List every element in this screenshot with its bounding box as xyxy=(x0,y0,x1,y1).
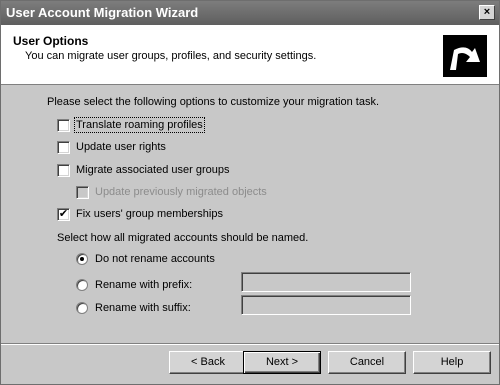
rename-suffix-radio[interactable] xyxy=(76,302,88,314)
window-title: User Account Migration Wizard xyxy=(6,5,199,20)
update-previously-migrated-checkbox xyxy=(76,185,89,199)
rename-prefix-radio[interactable] xyxy=(76,279,88,291)
close-icon: × xyxy=(483,6,491,18)
instructions-text: Please select the following options to c… xyxy=(47,96,379,108)
fix-group-memberships-checkbox[interactable]: ✔ xyxy=(57,207,70,221)
back-button[interactable]: < Back xyxy=(169,351,247,374)
option-update-previously-migrated: Update previously migrated objects xyxy=(76,184,267,200)
next-button[interactable]: Next > xyxy=(243,351,321,374)
update-user-rights-checkbox[interactable] xyxy=(57,140,70,154)
title-bar[interactable]: User Account Migration Wizard × xyxy=(1,1,499,25)
help-button[interactable]: Help xyxy=(413,351,491,374)
update-previously-migrated-label: Update previously migrated objects xyxy=(95,186,267,198)
option-rename-prefix[interactable]: Rename with prefix: xyxy=(76,277,192,293)
checkmark-icon: ✔ xyxy=(58,207,69,220)
option-translate-roaming-profiles[interactable]: Translate roaming profiles xyxy=(57,117,205,133)
option-update-user-rights[interactable]: Update user rights xyxy=(57,139,166,155)
page-subtitle: You can migrate user groups, profiles, a… xyxy=(25,50,317,62)
fix-group-memberships-label: Fix users' group memberships xyxy=(76,208,223,220)
page-title: User Options xyxy=(13,34,89,48)
migrate-associated-groups-checkbox[interactable] xyxy=(57,163,70,177)
option-do-not-rename[interactable]: Do not rename accounts xyxy=(76,251,215,267)
naming-prompt: Select how all migrated accounts should … xyxy=(57,232,309,244)
update-user-rights-label: Update user rights xyxy=(76,141,166,153)
rename-suffix-label: Rename with suffix: xyxy=(95,302,191,314)
option-fix-group-memberships[interactable]: ✔ Fix users' group memberships xyxy=(57,206,223,222)
prefix-input[interactable] xyxy=(241,272,411,292)
cancel-button[interactable]: Cancel xyxy=(328,351,406,374)
wizard-arrow-icon xyxy=(443,35,487,77)
wizard-window: User Account Migration Wizard × User Opt… xyxy=(0,0,500,385)
migrate-associated-groups-label: Migrate associated user groups xyxy=(76,164,230,176)
rename-prefix-label: Rename with prefix: xyxy=(95,279,193,291)
footer-separator xyxy=(1,343,499,345)
do-not-rename-radio[interactable] xyxy=(76,253,88,265)
close-button[interactable]: × xyxy=(479,5,495,20)
do-not-rename-label: Do not rename accounts xyxy=(95,253,215,265)
suffix-input[interactable] xyxy=(241,295,411,315)
translate-roaming-profiles-label: Translate roaming profiles xyxy=(74,117,205,133)
translate-roaming-profiles-checkbox[interactable] xyxy=(57,118,70,132)
option-migrate-associated-groups[interactable]: Migrate associated user groups xyxy=(57,162,229,178)
option-rename-suffix[interactable]: Rename with suffix: xyxy=(76,300,191,316)
wizard-header: User Options You can migrate user groups… xyxy=(1,25,499,85)
radio-selected-dot xyxy=(80,257,84,261)
